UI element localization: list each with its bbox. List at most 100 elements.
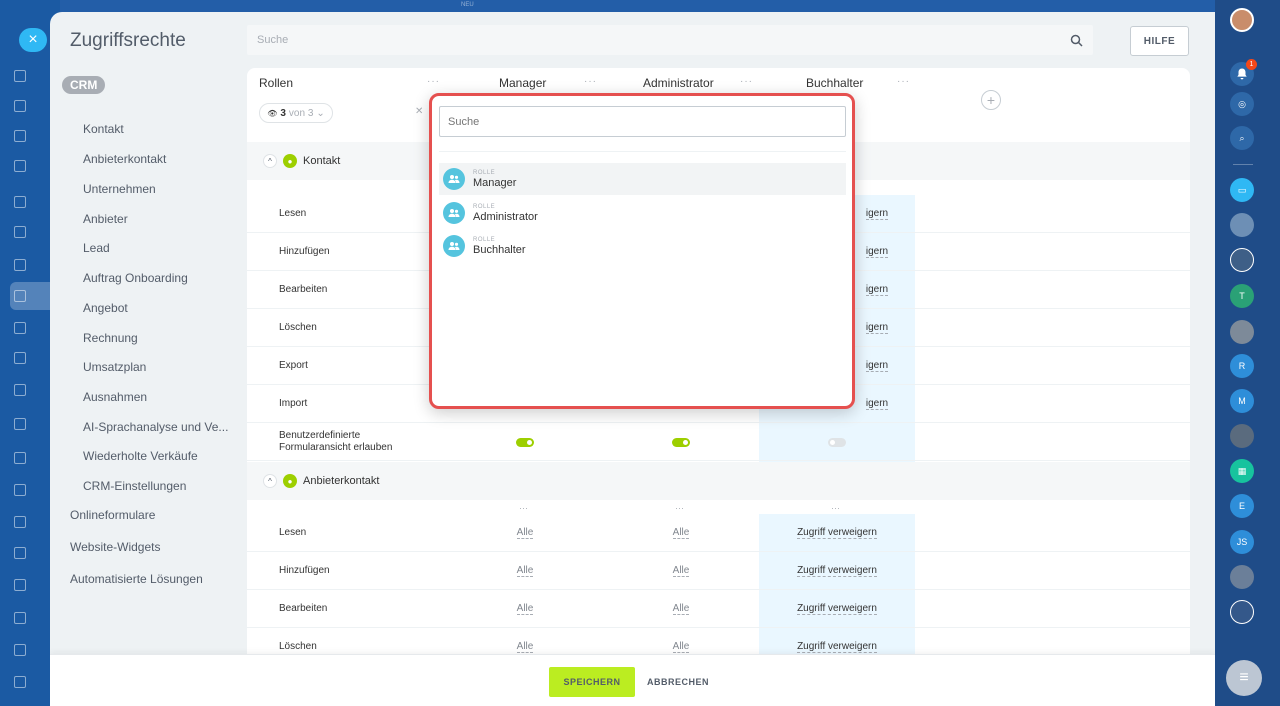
sidebar-row[interactable]	[14, 480, 54, 500]
nav-item-automatisierte-loesungen[interactable]: Automatisierte Lösungen	[70, 572, 203, 586]
row-label: Import	[279, 398, 308, 409]
sidebar-row[interactable]	[14, 380, 54, 400]
role-option-buchhalter[interactable]: ROLLE Buchhalter	[439, 230, 846, 262]
sidebar-row[interactable]	[14, 608, 54, 628]
close-slider-button[interactable]: ×	[19, 28, 47, 52]
new-label: NEU	[461, 2, 474, 8]
sidebar-row[interactable]	[14, 156, 54, 176]
role-count-selector[interactable]: 👁 3 von 3 ⌄	[259, 103, 333, 123]
nav-item-kontakt[interactable]: Kontakt	[83, 122, 124, 136]
search-icon[interactable]	[1070, 34, 1083, 47]
more-icon[interactable]: ···	[740, 76, 753, 87]
nav-item-anbieter[interactable]: Anbieter	[83, 212, 128, 226]
sidebar-row[interactable]	[14, 318, 54, 338]
more-icon[interactable]: ···	[897, 76, 910, 87]
more-icon[interactable]: ···	[584, 76, 597, 87]
user-icon: ●	[283, 154, 297, 168]
more-icon[interactable]: ···	[519, 503, 528, 513]
search-input[interactable]: Suche	[247, 25, 1093, 55]
bell-icon[interactable]: 1	[1230, 59, 1257, 86]
permission-cell[interactable]: Alle	[447, 590, 603, 628]
permission-cell[interactable]: Alle	[603, 552, 759, 590]
more-icon[interactable]: ···	[427, 76, 440, 87]
more-icon[interactable]: ···	[831, 503, 840, 513]
avatar-letter[interactable]: JS	[1230, 530, 1254, 554]
role-search-input[interactable]	[439, 106, 846, 137]
chevron-up-icon[interactable]: ^	[263, 154, 277, 168]
avatar-letter[interactable]: M	[1230, 389, 1254, 413]
chevron-up-icon[interactable]: ^	[263, 474, 277, 488]
crm-badge[interactable]: CRM	[62, 76, 106, 94]
cancel-button[interactable]: ABBRECHEN	[647, 667, 709, 697]
permission-cell[interactable]: Zugriff verweigern	[759, 514, 915, 552]
nav-item-lead[interactable]: Lead	[83, 241, 110, 255]
sidebar-row[interactable]	[14, 126, 54, 146]
avatar-letter[interactable]: E	[1230, 494, 1254, 518]
permission-cell[interactable]: Alle	[447, 552, 603, 590]
role-option-manager[interactable]: ROLLE Manager	[439, 163, 846, 195]
row-label: Hinzufügen	[279, 565, 330, 576]
sidebar-row[interactable]	[14, 575, 54, 595]
sidebar-row[interactable]	[14, 255, 54, 275]
sidebar-row[interactable]	[14, 414, 54, 434]
avatar-letter[interactable]: R	[1230, 354, 1254, 378]
chat-icon[interactable]: ▭	[1230, 178, 1254, 202]
radar-icon[interactable]: ◎	[1230, 92, 1254, 116]
sidebar-row[interactable]	[14, 96, 54, 116]
search-placeholder: Suche	[257, 34, 289, 46]
column-administrator[interactable]: Administrator	[643, 76, 714, 90]
toggle-switch-off[interactable]	[828, 437, 846, 447]
nav-item-unternehmen[interactable]: Unternehmen	[83, 182, 156, 196]
cart-icon	[14, 484, 26, 496]
nav-item-ausnahmen[interactable]: Ausnahmen	[83, 390, 147, 404]
partial-deny-text: igern	[865, 360, 889, 372]
menu-circle-button[interactable]: ≡	[1226, 660, 1262, 696]
nav-item-crm-einstellungen[interactable]: CRM-Einstellungen	[83, 479, 186, 493]
nav-item-website-widgets[interactable]: Website-Widgets	[70, 540, 160, 554]
nav-item-auftrag-onboarding[interactable]: Auftrag Onboarding	[83, 271, 188, 285]
user-avatar[interactable]	[1230, 424, 1254, 448]
column-manager[interactable]: Manager	[499, 76, 546, 90]
more-icon[interactable]: ···	[675, 503, 684, 513]
column-buchhalter[interactable]: Buchhalter	[806, 76, 863, 90]
collapse-icon[interactable]: ✕	[415, 106, 423, 117]
nav-item-anbieterkontakt[interactable]: Anbieterkontakt	[83, 152, 166, 166]
user-avatar[interactable]	[1230, 565, 1254, 589]
avatar-letter[interactable]: T	[1230, 284, 1254, 308]
sidebar-row[interactable]	[14, 348, 54, 368]
sidebar-row[interactable]	[14, 222, 54, 242]
permission-cell[interactable]: Alle	[603, 514, 759, 552]
toggle-switch-on[interactable]	[672, 437, 690, 447]
permission-cell[interactable]: Zugriff verweigern	[759, 590, 915, 628]
permission-cell[interactable]: Zugriff verweigern	[759, 552, 915, 590]
nav-item-onlineformulare[interactable]: Onlineformulare	[70, 508, 155, 522]
user-avatar[interactable]	[1230, 248, 1254, 272]
save-button[interactable]: SPEICHERN	[549, 667, 635, 697]
user-avatar[interactable]	[1230, 320, 1254, 344]
sidebar-row[interactable]	[14, 512, 54, 532]
sidebar-row[interactable]	[14, 192, 54, 212]
sidebar-row[interactable]	[14, 672, 54, 692]
section-header-anbieterkontakt[interactable]: ^ ● Anbieterkontakt	[247, 462, 1190, 500]
chart-icon	[14, 644, 26, 656]
chat-search-icon[interactable]: ⌕	[1230, 126, 1254, 150]
help-button[interactable]: HILFE	[1130, 26, 1189, 56]
nav-item-umsatzplan[interactable]: Umsatzplan	[83, 360, 146, 374]
permission-cell[interactable]: Alle	[603, 590, 759, 628]
sidebar-row[interactable]	[14, 66, 54, 86]
user-avatar[interactable]	[1230, 8, 1254, 32]
toggle-switch-on[interactable]	[516, 437, 534, 447]
sidebar-row[interactable]	[14, 640, 54, 660]
nav-item-rechnung[interactable]: Rechnung	[83, 331, 138, 345]
sidebar-row[interactable]	[14, 448, 54, 468]
group-avatar[interactable]	[1230, 213, 1254, 237]
group-chat-icon[interactable]: ▦	[1230, 459, 1254, 483]
user-avatar[interactable]	[1230, 600, 1254, 624]
nav-item-ai-sprachanalyse[interactable]: AI-Sprachanalyse und Ve...	[83, 420, 228, 434]
sidebar-row[interactable]	[14, 543, 54, 563]
nav-item-wiederholte-verkaeufe[interactable]: Wiederholte Verkäufe	[83, 449, 198, 463]
add-role-button[interactable]: +	[981, 90, 1001, 110]
nav-item-angebot[interactable]: Angebot	[83, 301, 128, 315]
permission-cell[interactable]: Alle	[447, 514, 603, 552]
role-option-administrator[interactable]: ROLLE Administrator	[439, 197, 846, 229]
